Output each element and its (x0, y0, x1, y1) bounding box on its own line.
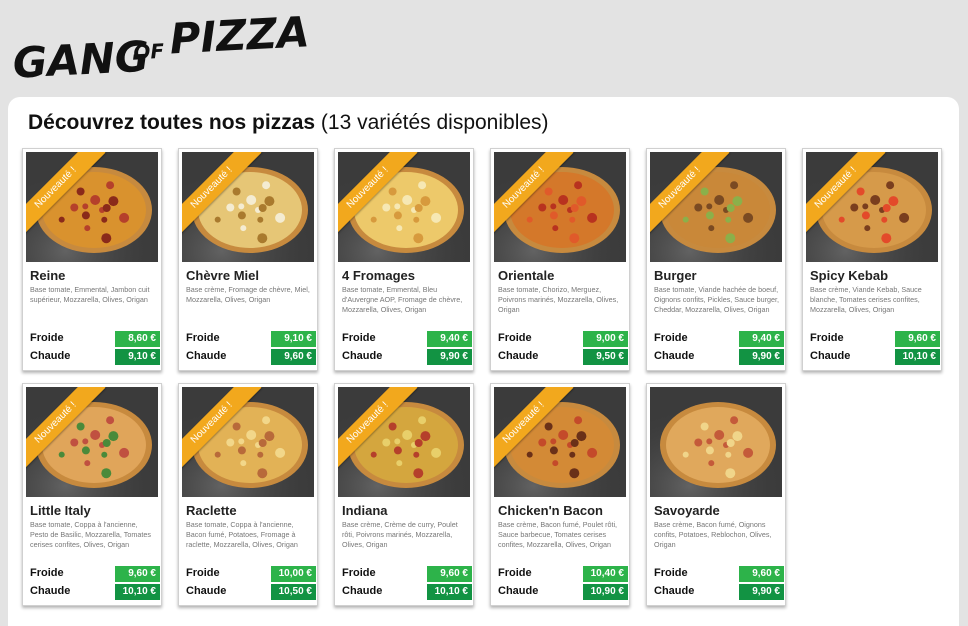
froide-label: Froide (810, 332, 844, 344)
pizza-name[interactable]: Spicy Kebab (810, 268, 888, 283)
froide-price[interactable]: 9,10 € (271, 331, 316, 347)
chaude-price[interactable]: 10,10 € (895, 349, 940, 365)
pizza-card[interactable]: Savoyarde Base crème, Bacon fumé, Oignon… (646, 383, 786, 606)
froide-price[interactable]: 9,60 € (115, 566, 160, 582)
pizza-description: Base crème, Crème de curry, Poulet rôti,… (342, 520, 458, 549)
pizza-name[interactable]: Savoyarde (654, 503, 720, 518)
froide-price[interactable]: 9,40 € (427, 331, 472, 347)
pizza-photo[interactable]: Nouveauté ! (182, 152, 314, 262)
pizza-photo[interactable]: Nouveauté ! (338, 152, 470, 262)
pizza-photo[interactable]: Nouveauté ! (338, 387, 470, 497)
froide-label: Froide (342, 567, 376, 579)
froide-price[interactable]: 9,60 € (895, 331, 940, 347)
pizza-photo[interactable]: Nouveauté ! (182, 387, 314, 497)
chaude-label: Chaude (342, 350, 383, 362)
svg-text:PIZZA: PIZZA (168, 7, 310, 63)
pizza-description: Base crème, Bacon fumé, Oignons confits,… (654, 520, 772, 549)
chaude-price[interactable]: 10,10 € (427, 584, 472, 600)
svg-text:OF: OF (133, 39, 165, 65)
froide-price[interactable]: 10,00 € (271, 566, 316, 582)
chaude-price[interactable]: 9,90 € (739, 349, 784, 365)
pizza-description: Base crème, Fromage de chèvre, Miel, Moz… (186, 285, 310, 304)
pizza-name[interactable]: Indiana (342, 503, 388, 518)
pizza-description: Base crème, Bacon fumé, Poulet rôti, Sau… (498, 520, 618, 549)
pizza-photo[interactable]: Nouveauté ! (26, 152, 158, 262)
pizza-photo[interactable]: Nouveauté ! (26, 387, 158, 497)
pizza-description: Base tomate, Viande hachée de boeuf, Oig… (654, 285, 780, 314)
pizza-card[interactable]: Nouveauté ! Orientale Base tomate, Chori… (490, 148, 630, 371)
pizza-photo[interactable]: Nouveauté ! (806, 152, 938, 262)
pizza-card[interactable]: Nouveauté ! Burger Base tomate, Viande h… (646, 148, 786, 371)
froide-label: Froide (342, 332, 376, 344)
pizza-name[interactable]: Chèvre Miel (186, 268, 259, 283)
pizza-photo[interactable] (650, 387, 782, 497)
froide-label: Froide (654, 567, 688, 579)
pizza-description: Base tomate, Chorizo, Merguez, Poivrons … (498, 285, 619, 314)
pizza-card[interactable]: Nouveauté ! Chicken'n Bacon Base crème, … (490, 383, 630, 606)
gang-of-pizza-logo[interactable]: GANG OF PIZZA (10, 4, 310, 84)
chaude-label: Chaude (30, 350, 71, 362)
pizza-card[interactable]: Nouveauté ! Indiana Base crème, Crème de… (334, 383, 474, 606)
chaude-price[interactable]: 9,90 € (427, 349, 472, 365)
pizza-card[interactable]: Nouveauté ! Reine Base tomate, Emmental,… (22, 148, 162, 371)
pizza-name[interactable]: 4 Fromages (342, 268, 415, 283)
chaude-price[interactable]: 9,90 € (739, 584, 784, 600)
chaude-label: Chaude (654, 585, 695, 597)
pizza-name[interactable]: Raclette (186, 503, 237, 518)
pizza-name[interactable]: Burger (654, 268, 697, 283)
pizza-description: Base tomate, Emmental, Bleu d'Auvergne A… (342, 285, 463, 314)
chaude-price[interactable]: 10,90 € (583, 584, 628, 600)
froide-label: Froide (186, 567, 220, 579)
pizza-name[interactable]: Chicken'n Bacon (498, 503, 603, 518)
chaude-label: Chaude (498, 350, 539, 362)
froide-price[interactable]: 9,40 € (739, 331, 784, 347)
pizza-photo[interactable]: Nouveauté ! (494, 387, 626, 497)
chaude-label: Chaude (30, 585, 71, 597)
chaude-price[interactable]: 10,10 € (115, 584, 160, 600)
pizza-name[interactable]: Orientale (498, 268, 554, 283)
pizza-photo[interactable]: Nouveauté ! (650, 152, 782, 262)
chaude-label: Chaude (498, 585, 539, 597)
froide-price[interactable]: 10,40 € (583, 566, 628, 582)
pizza-card[interactable]: Nouveauté ! Spicy Kebab Base crème, Vian… (802, 148, 942, 371)
pizza-card[interactable]: Nouveauté ! Little Italy Base tomate, Co… (22, 383, 162, 606)
pizza-description: Base crème, Viande Kebab, Sauce blanche,… (810, 285, 922, 314)
froide-label: Froide (498, 332, 532, 344)
pizza-card[interactable]: Nouveauté ! Raclette Base tomate, Coppa … (178, 383, 318, 606)
page-title: Découvrez toutes nos pizzas (13 variétés… (28, 111, 549, 134)
pizza-photo[interactable]: Nouveauté ! (494, 152, 626, 262)
pizza-description: Base tomate, Coppa à l'ancienne, Pesto d… (30, 520, 151, 549)
chaude-price[interactable]: 9,50 € (583, 349, 628, 365)
svg-text:GANG: GANG (12, 32, 151, 84)
froide-label: Froide (186, 332, 220, 344)
chaude-label: Chaude (186, 350, 227, 362)
pizza-card[interactable]: Nouveauté ! 4 Fromages Base tomate, Emme… (334, 148, 474, 371)
froide-label: Froide (654, 332, 688, 344)
pizza-description: Base tomate, Coppa à l'ancienne, Bacon f… (186, 520, 298, 549)
pizza-description: Base tomate, Emmental, Jambon cuit supér… (30, 285, 150, 304)
chaude-price[interactable]: 9,60 € (271, 349, 316, 365)
chaude-label: Chaude (186, 585, 227, 597)
chaude-price[interactable]: 9,10 € (115, 349, 160, 365)
froide-price[interactable]: 8,60 € (115, 331, 160, 347)
pizza-card[interactable]: Nouveauté ! Chèvre Miel Base crème, From… (178, 148, 318, 371)
chaude-label: Chaude (654, 350, 695, 362)
froide-label: Froide (30, 567, 64, 579)
pizza-name[interactable]: Reine (30, 268, 65, 283)
pizza-name[interactable]: Little Italy (30, 503, 91, 518)
chaude-price[interactable]: 10,50 € (271, 584, 316, 600)
froide-price[interactable]: 9,00 € (583, 331, 628, 347)
froide-price[interactable]: 9,60 € (427, 566, 472, 582)
chaude-label: Chaude (810, 350, 851, 362)
froide-price[interactable]: 9,60 € (739, 566, 784, 582)
chaude-label: Chaude (342, 585, 383, 597)
froide-label: Froide (30, 332, 64, 344)
pizza-catalog-panel: Découvrez toutes nos pizzas (13 variétés… (8, 97, 959, 626)
froide-label: Froide (498, 567, 532, 579)
